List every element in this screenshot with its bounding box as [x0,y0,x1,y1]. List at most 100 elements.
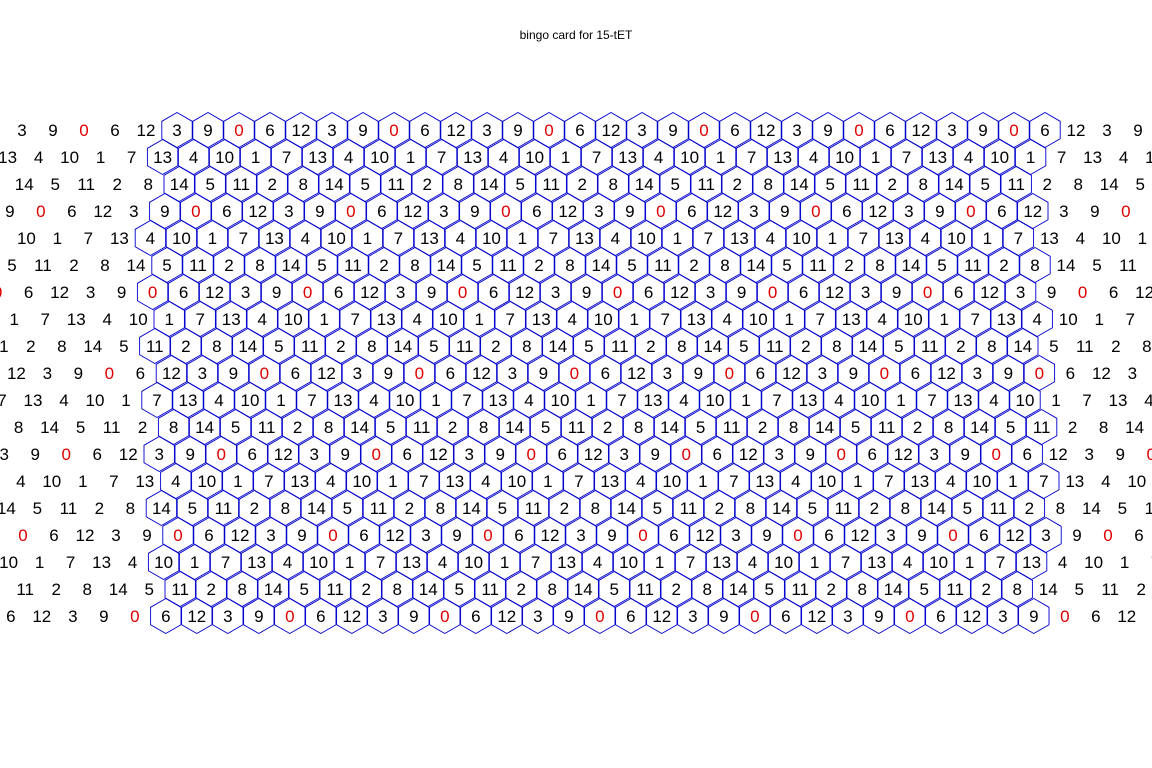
cell-number: 11 [387,175,405,194]
cell-number: 10 [1145,148,1152,167]
cell-number: 14 [264,580,283,599]
cell-number: 6 [420,121,429,140]
zero-number: 0 [328,526,337,545]
cell-number: 1 [871,148,880,167]
cell-number: 10 [396,391,415,410]
cell-number: 1 [561,148,570,167]
cell-number: 6 [316,607,325,626]
cell-number: 9 [1133,121,1142,140]
cell-number: 7 [221,553,230,572]
cell-number: 10 [990,148,1009,167]
cell-number: 13 [247,553,266,572]
cell-number: 8 [82,580,91,599]
cell-number: 12 [50,283,69,302]
cell-number: 11 [34,256,52,275]
cell-number: 12 [980,283,999,302]
cell-number: 5 [670,175,679,194]
zero-number: 0 [638,526,647,545]
cell-number: 3 [1016,283,1025,302]
cell-number: 3 [818,364,827,383]
cell-number: 3 [111,526,120,545]
cell-number: 11 [0,337,9,356]
cell-number: 4 [766,229,775,248]
cell-number: 7 [729,472,738,491]
cell-number: 2 [336,337,345,356]
cell-number: 8 [100,256,109,275]
cell-number: 5 [937,256,946,275]
cell-number: 11 [60,499,78,518]
cell-number: 5 [1092,256,1101,275]
cell-number: 10 [464,553,483,572]
cell-number: 11 [921,337,939,356]
cell-number: 3 [663,364,672,383]
cell-number: 12 [119,445,138,464]
cell-number: 2 [913,418,922,437]
cell-number: 3 [973,364,982,383]
cell-number: 6 [885,121,894,140]
cell-number: 9 [340,445,349,464]
cell-number: 8 [57,337,66,356]
cell-number: 13 [712,553,731,572]
cell-number: 8 [720,256,729,275]
cell-number: 13 [402,553,421,572]
cell-number: 9 [582,283,591,302]
cell-number: 12 [1117,607,1136,626]
cell-number: 10 [706,391,725,410]
cell-number: 5 [343,499,352,518]
cell-number: 4 [1119,148,1128,167]
cell-number: 5 [825,175,834,194]
cell-number: 3 [43,364,52,383]
cell-number: 11 [1145,499,1152,518]
cell-number: 1 [96,148,105,167]
cell-number: 1 [251,148,260,167]
zero-number: 0 [260,364,269,383]
cell-number: 7 [617,391,626,410]
cell-number: 12 [652,607,671,626]
cell-number: 4 [189,148,198,167]
cell-number: 7 [1014,229,1023,248]
cell-number: 4 [301,229,310,248]
zero-number: 0 [483,526,492,545]
cell-number: 9 [874,607,883,626]
cell-number: 1 [586,391,595,410]
cell-number: 9 [74,364,83,383]
cell-number: 1 [716,148,725,167]
cell-number: 9 [668,121,677,140]
cell-number: 8 [522,337,531,356]
cell-number: 3 [947,121,956,140]
cell-number: 4 [593,553,602,572]
cell-number: 9 [978,121,987,140]
zero-number: 0 [923,283,932,302]
cell-number: 3 [439,202,448,221]
cell-number: 11 [77,175,95,194]
cell-number: 8 [763,175,772,194]
zero-number: 0 [130,607,139,626]
cell-number: 3 [327,121,336,140]
zero-number: 0 [1035,364,1044,383]
cell-number: 14 [884,580,903,599]
cell-number: 9 [892,283,901,302]
cell-number: 7 [592,148,601,167]
cell-number: 9 [495,445,504,464]
zero-number: 0 [948,526,957,545]
cell-number: 12 [584,445,603,464]
cell-number: 1 [208,229,217,248]
cell-number: 1 [939,310,948,329]
cell-number: 5 [515,175,524,194]
cell-number: 10 [507,472,526,491]
cell-number: 1 [35,553,44,572]
cell-number: 12 [403,202,422,221]
cell-number: 4 [654,148,663,167]
cell-number: 12 [1067,121,1086,140]
cell-number: 1 [500,553,509,572]
cell-number: 12 [429,445,448,464]
cell-number: 7 [902,148,911,167]
cell-number: 8 [1099,418,1108,437]
cell-number: 1 [828,229,837,248]
cell-number: 8 [944,418,953,437]
cell-number: 12 [851,526,870,545]
cell-number: 2 [1025,499,1034,518]
cell-number: 3 [129,202,138,221]
cell-number: 9 [1004,364,1013,383]
cell-number: 11 [171,580,189,599]
